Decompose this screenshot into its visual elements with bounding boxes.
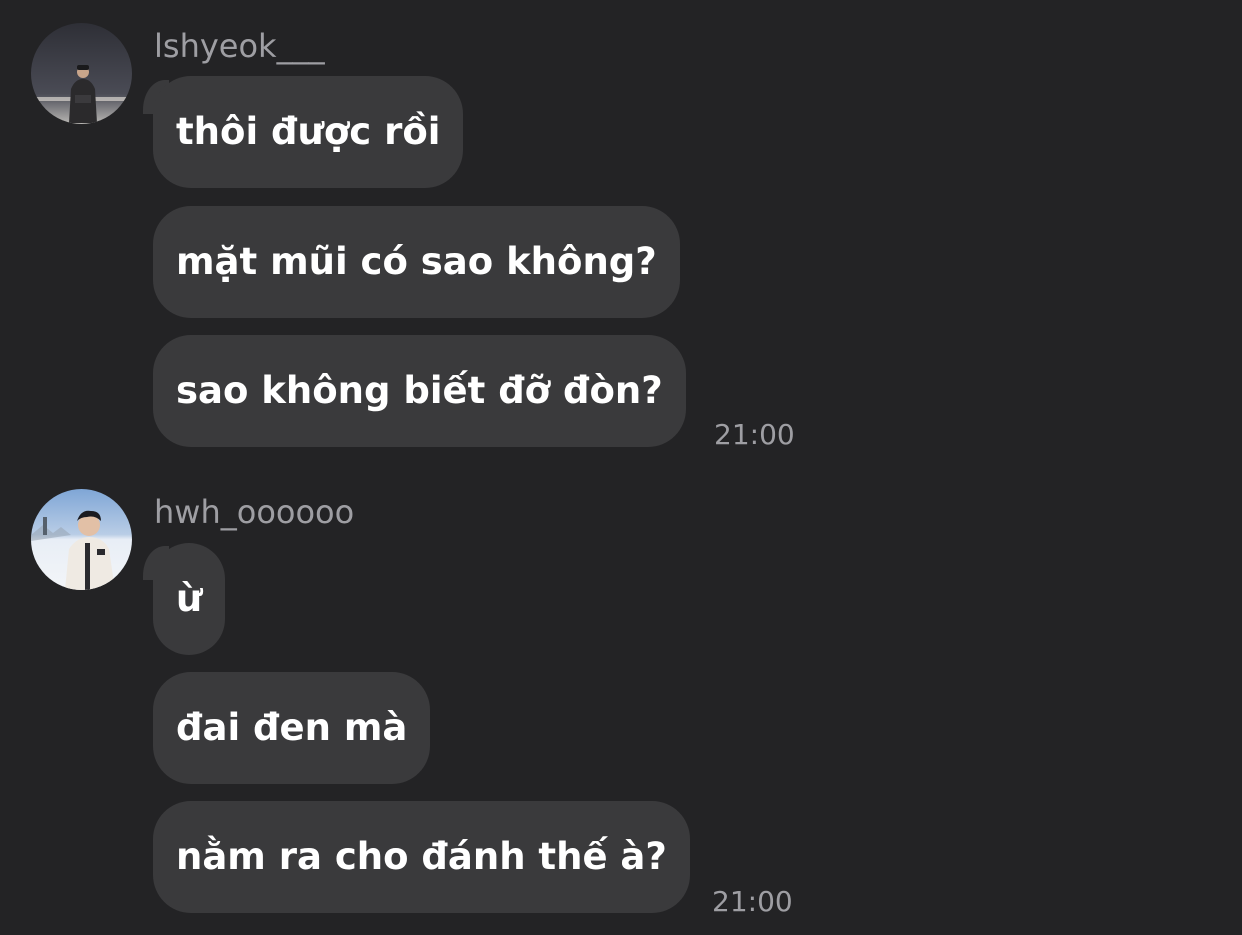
message-bubble[interactable]: thôi được rồi bbox=[153, 76, 464, 188]
message-bubble[interactable]: đai đen mà bbox=[153, 672, 431, 784]
avatar-photo-night-icon bbox=[31, 23, 132, 124]
message-bubble[interactable]: nằm ra cho đánh thế à? bbox=[153, 801, 690, 913]
sender-avatar[interactable] bbox=[31, 23, 132, 124]
avatar-photo-snow-icon bbox=[31, 489, 132, 590]
chat-thread: lshyeok___ thôi được rồi mặt mũi có sao … bbox=[0, 0, 1242, 935]
message-timestamp: 21:00 bbox=[714, 418, 795, 451]
message-timestamp: 21:00 bbox=[712, 885, 793, 918]
sender-username[interactable]: hwh_oooooo bbox=[154, 492, 354, 532]
message-bubble[interactable]: mặt mũi có sao không? bbox=[153, 206, 680, 318]
sender-avatar[interactable] bbox=[31, 489, 132, 590]
sender-username[interactable]: lshyeok___ bbox=[154, 26, 325, 66]
message-bubble[interactable]: ừ bbox=[153, 543, 226, 655]
message-bubble[interactable]: sao không biết đỡ đòn? bbox=[153, 335, 686, 447]
